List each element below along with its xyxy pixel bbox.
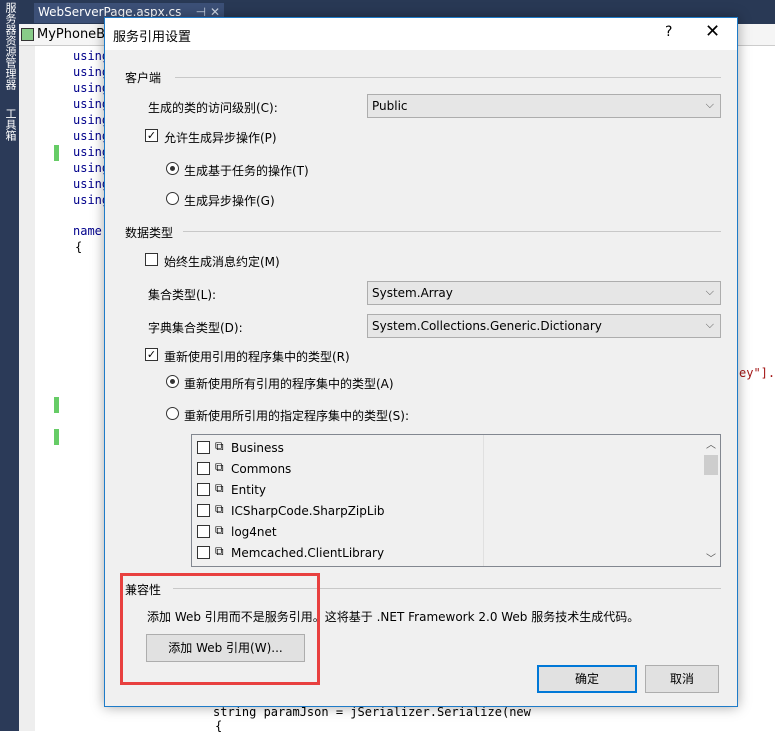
toolbox-tab[interactable]: 工具箱 — [2, 108, 18, 141]
access-level-select[interactable]: Public ⌵ — [367, 94, 721, 118]
assembly-checkbox[interactable] — [197, 504, 210, 517]
assembly-icon: ⧉ — [215, 439, 224, 453]
message-contract-checkbox[interactable] — [145, 253, 158, 266]
help-button[interactable]: ? — [665, 24, 672, 40]
chevron-down-icon: ⌵ — [705, 318, 714, 331]
async-ops-radio[interactable] — [166, 192, 179, 205]
assembly-icon: ⧉ — [215, 523, 224, 537]
reuse-all-label: 重新使用所有引用的程序集中的类型(A) — [184, 377, 394, 391]
assembly-checkbox[interactable] — [197, 525, 210, 538]
collection-type-label: 集合类型(L): — [148, 288, 217, 302]
code-fragment: ey"]. — [739, 366, 775, 380]
assembly-checkbox[interactable] — [197, 483, 210, 496]
dictionary-type-select[interactable]: System.Collections.Generic.Dictionary ⌵ — [367, 314, 721, 338]
reuse-all-radio[interactable] — [166, 375, 179, 388]
title-bar: 服务引用设置 ? ✕ — [105, 18, 737, 50]
assembly-name: Entity — [231, 483, 267, 497]
reuse-specific-radio[interactable] — [166, 407, 179, 420]
scroll-thumb[interactable] — [704, 455, 718, 475]
assembly-name: Commons — [231, 462, 292, 476]
change-marker — [54, 397, 59, 413]
dictionary-type-label: 字典集合类型(D): — [148, 321, 243, 335]
editor-gutter — [19, 46, 35, 731]
access-level-label: 生成的类的访问级别(C): — [148, 101, 278, 115]
section-data-type: 数据类型 — [125, 226, 174, 240]
assembly-name: ICSharpCode.SharpZipLib — [231, 504, 385, 518]
server-explorer-tab[interactable]: 服务器资源管理器 — [2, 2, 18, 90]
chevron-down-icon: ⌵ — [705, 98, 714, 111]
reuse-types-label: 重新使用引用的程序集中的类型(R) — [164, 350, 350, 364]
async-checkbox[interactable]: ✓ — [145, 129, 158, 142]
assembly-icon: ⧉ — [215, 544, 224, 558]
list-scrollbar[interactable]: ︿ ﹀ — [702, 435, 720, 566]
assembly-name: log4net — [231, 525, 277, 539]
assembly-name: Memcached.ClientLibrary — [231, 546, 385, 560]
reuse-specific-label: 重新使用所引用的指定程序集中的类型(S): — [184, 409, 410, 423]
change-marker — [54, 145, 59, 161]
cancel-button[interactable]: 取消 — [645, 665, 719, 693]
close-button[interactable]: ✕ — [705, 21, 720, 42]
assembly-name: Business — [231, 441, 284, 455]
scroll-up-icon[interactable]: ︿ — [706, 436, 716, 451]
column-divider — [483, 435, 484, 566]
section-client: 客户端 — [125, 71, 162, 85]
code-brace: { — [75, 240, 83, 254]
highlight-box — [120, 573, 320, 685]
reuse-types-checkbox[interactable]: ✓ — [145, 348, 158, 361]
select-value: System.Array — [372, 286, 453, 300]
service-reference-settings-dialog: 服务引用设置 ? ✕ 客户端 生成的类的访问级别(C): Public ⌵ ✓ 允… — [104, 17, 738, 707]
project-dropdown[interactable]: MyPhoneBo — [37, 27, 113, 42]
task-based-radio[interactable] — [166, 162, 179, 175]
ide-sidebar: 服务器资源管理器 工具箱 — [0, 0, 19, 731]
select-value: Public — [372, 99, 408, 113]
task-based-label: 生成基于任务的操作(T) — [184, 164, 309, 178]
chevron-down-icon: ⌵ — [705, 285, 714, 298]
change-marker — [54, 429, 59, 445]
ok-button[interactable]: 确定 — [537, 665, 637, 693]
assembly-checkbox[interactable] — [197, 462, 210, 475]
scroll-down-icon[interactable]: ﹀ — [706, 550, 716, 565]
code-namespace: name — [73, 224, 102, 238]
project-icon — [21, 28, 34, 41]
assembly-checkbox[interactable] — [197, 441, 210, 454]
select-value: System.Collections.Generic.Dictionary — [372, 319, 602, 333]
divider — [183, 231, 721, 232]
assembly-icon: ⧉ — [215, 460, 224, 474]
async-label: 允许生成异步操作(P) — [164, 131, 277, 145]
assembly-icon: ⧉ — [215, 481, 224, 495]
code-line: string paramJson = jSerializer.Serialize… — [213, 705, 531, 719]
collection-type-select[interactable]: System.Array ⌵ — [367, 281, 721, 305]
assembly-checkbox[interactable] — [197, 546, 210, 559]
assembly-icon: ⧉ — [215, 502, 224, 516]
dialog-title: 服务引用设置 — [113, 30, 192, 45]
async-ops-label: 生成异步操作(G) — [184, 194, 275, 208]
assembly-list[interactable]: ⧉ Business ⧉ Commons ⧉ Entity ⧉ ICSharpCode.Sha… — [191, 434, 721, 567]
message-contract-label: 始终生成消息约定(M) — [164, 255, 280, 269]
divider — [175, 77, 721, 78]
